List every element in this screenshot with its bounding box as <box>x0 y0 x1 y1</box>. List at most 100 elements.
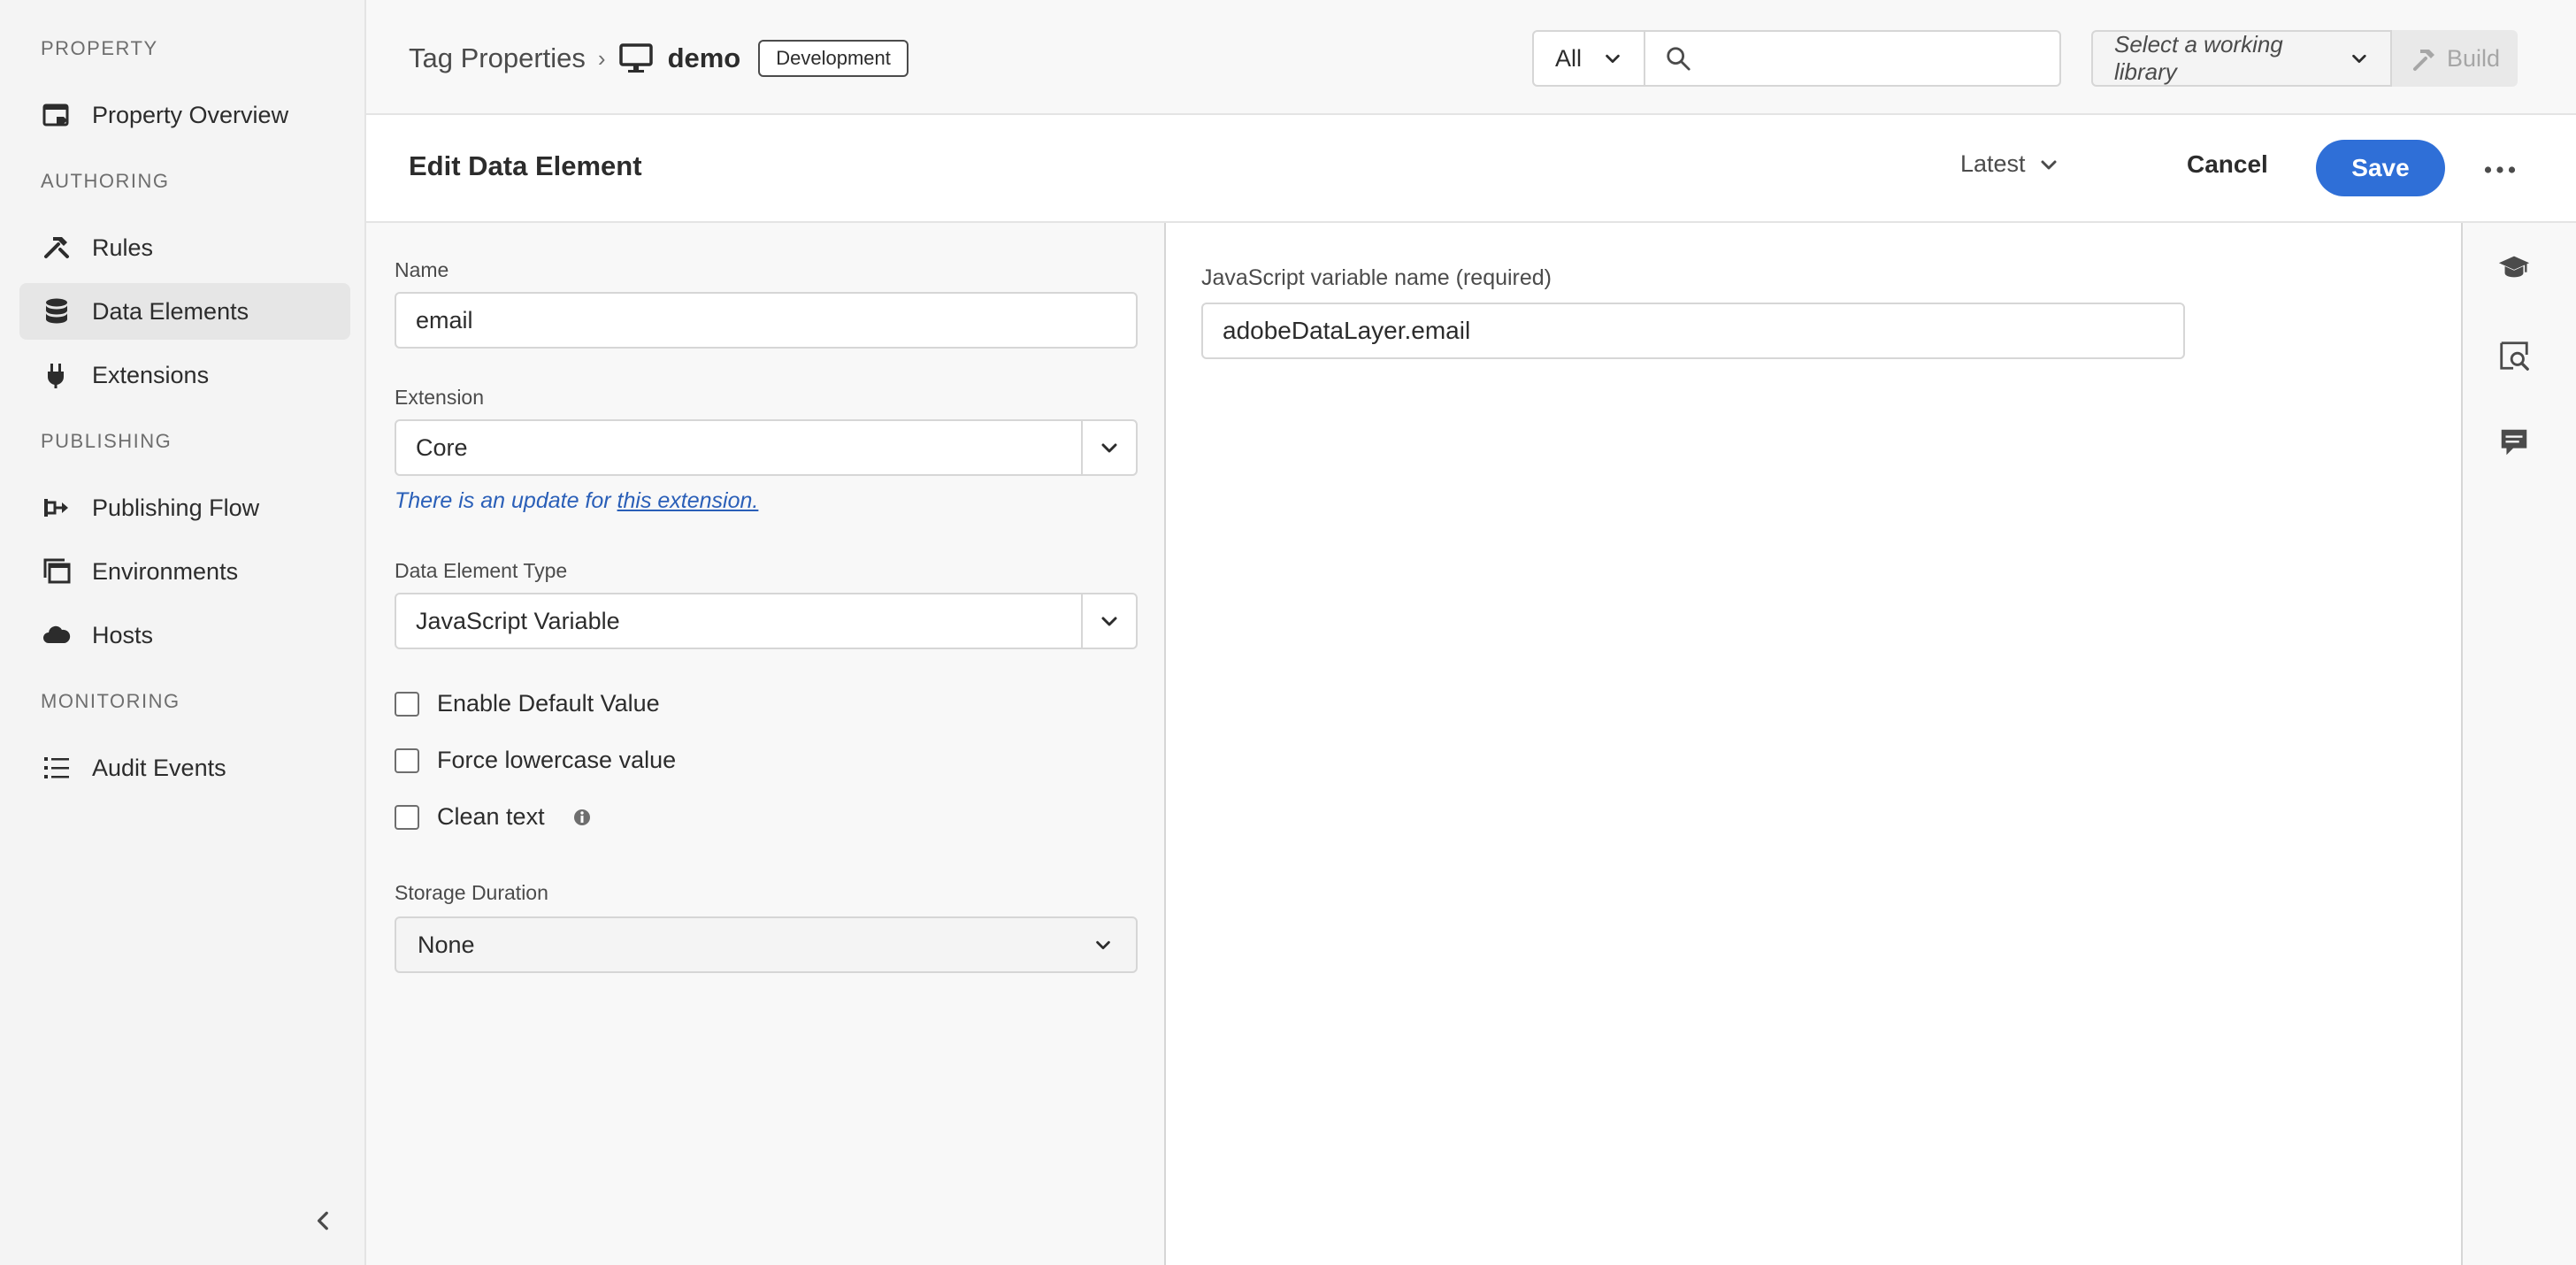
version-select[interactable]: Latest <box>1960 150 2059 178</box>
sidebar-item-property-overview[interactable]: Property Overview <box>19 87 350 143</box>
chevron-down-icon <box>2041 160 2057 169</box>
enable-default-value-checkbox[interactable] <box>395 691 419 717</box>
sidebar-section-monitoring: MONITORING <box>41 690 180 712</box>
extension-settings-panel: JavaScript variable name (required) adob… <box>1166 223 2461 1265</box>
data-element-type-combobox[interactable]: JavaScript Variable <box>395 593 1138 649</box>
extension-dropdown-button[interactable] <box>1081 421 1136 474</box>
sidebar-item-environments[interactable]: Environments <box>19 543 350 600</box>
sidebar-item-label: Extensions <box>92 361 210 388</box>
hammer-icon <box>2412 50 2434 71</box>
sidebar-item-data-elements[interactable]: Data Elements <box>19 283 350 340</box>
update-extension-link[interactable]: this extension. <box>617 488 759 513</box>
chevron-down-icon <box>2352 54 2366 63</box>
sidebar-item-label: Environments <box>92 557 239 585</box>
clean-text-option[interactable]: Clean text <box>395 803 593 831</box>
search-scope-value: All <box>1555 44 1583 72</box>
storage-duration-label: Storage Duration <box>395 881 548 904</box>
build-button[interactable]: Build <box>2392 30 2518 87</box>
more-icon <box>2484 166 2516 173</box>
chevron-left-icon <box>317 1211 328 1230</box>
extension-value: Core <box>416 433 468 461</box>
comment-icon <box>2501 429 2527 456</box>
working-library-select[interactable]: Select a working library <box>2091 30 2392 87</box>
environments-icon <box>39 554 74 589</box>
environment-badge: Development <box>758 40 908 77</box>
search-bar: All <box>1532 30 2061 87</box>
chevron-down-icon <box>1096 940 1110 950</box>
more-actions-button[interactable] <box>2477 147 2523 193</box>
info-icon[interactable] <box>571 807 593 828</box>
cloud-icon <box>39 617 74 653</box>
monitor-icon <box>618 43 653 73</box>
search-scope-select[interactable]: All <box>1534 32 1645 85</box>
publishing-flow-icon <box>39 490 74 525</box>
search-icon <box>1667 47 1690 71</box>
sidebar-item-label: Rules <box>92 234 154 261</box>
breadcrumb-chevron-icon: › <box>597 44 606 72</box>
sidebar-item-publishing-flow[interactable]: Publishing Flow <box>19 479 350 536</box>
cancel-button[interactable]: Cancel <box>2187 150 2268 179</box>
chevron-down-icon <box>1101 443 1117 453</box>
learn-button[interactable] <box>2491 244 2537 290</box>
property-name: demo <box>667 42 741 73</box>
storage-duration-select[interactable]: None <box>395 916 1138 973</box>
sidebar-item-rules[interactable]: Rules <box>19 219 350 276</box>
clean-text-checkbox[interactable] <box>395 804 419 830</box>
sidebar-section-property: PROPERTY <box>41 37 158 59</box>
sidebar-item-extensions[interactable]: Extensions <box>19 347 350 403</box>
sidebar-item-audit-events[interactable]: Audit Events <box>19 740 350 796</box>
sidebar-section-publishing: PUBLISHING <box>41 430 172 452</box>
database-icon <box>39 294 74 329</box>
search-field <box>1645 32 2059 85</box>
enable-default-value-label: Enable Default Value <box>437 690 660 717</box>
build-button-label: Build <box>2446 44 2501 72</box>
sidebar: PROPERTY Property Overview AUTHORING Rul… <box>0 0 366 1265</box>
name-label: Name <box>395 258 449 281</box>
chevron-down-icon <box>1101 617 1117 626</box>
working-library-placeholder: Select a working library <box>2114 31 2283 85</box>
sidebar-section-authoring: AUTHORING <box>41 170 170 192</box>
version-value: Latest <box>1960 150 2026 177</box>
sidebar-item-label: Audit Events <box>92 754 226 781</box>
name-input[interactable]: email <box>395 292 1138 349</box>
sidebar-item-label: Hosts <box>92 621 154 648</box>
extension-combobox[interactable]: Core <box>395 419 1138 476</box>
update-note-text: There is an update for <box>395 488 617 513</box>
search-input[interactable] <box>1706 43 2059 73</box>
list-icon <box>39 750 74 786</box>
force-lowercase-option[interactable]: Force lowercase value <box>395 747 676 774</box>
sidebar-item-hosts[interactable]: Hosts <box>19 607 350 663</box>
enable-default-value-option[interactable]: Enable Default Value <box>395 690 660 717</box>
preview-button[interactable] <box>2491 333 2537 379</box>
app-root: PROPERTY Property Overview AUTHORING Rul… <box>0 0 2576 1265</box>
js-variable-label: JavaScript variable name (required) <box>1201 265 1552 290</box>
extension-label: Extension <box>395 386 485 409</box>
preview-search-icon <box>2500 341 2529 371</box>
chevron-down-icon <box>1606 54 1620 64</box>
plug-icon <box>39 357 74 393</box>
save-button[interactable]: Save <box>2316 140 2445 196</box>
data-element-type-label: Data Element Type <box>395 559 568 582</box>
collapse-sidebar-button[interactable] <box>306 1203 341 1238</box>
rules-icon <box>39 230 74 265</box>
extension-update-note: There is an update for this extension. <box>395 488 758 514</box>
sidebar-item-label: Publishing Flow <box>92 494 260 521</box>
edit-header: Edit Data Element Latest Cancel Save <box>366 115 2576 223</box>
sidebar-item-label: Property Overview <box>92 101 289 128</box>
breadcrumb-root-link[interactable]: Tag Properties <box>409 42 586 74</box>
page-title: Edit Data Element <box>409 150 642 181</box>
data-element-type-dropdown-button[interactable] <box>1081 594 1136 648</box>
comments-button[interactable] <box>2491 419 2537 465</box>
data-element-form: Name email Extension Core There is an up… <box>366 223 1166 1265</box>
data-element-type-value: JavaScript Variable <box>416 607 620 634</box>
force-lowercase-label: Force lowercase value <box>437 747 677 773</box>
js-variable-input[interactable]: adobeDataLayer.email <box>1201 303 2185 359</box>
graduation-cap-icon <box>2498 256 2530 278</box>
sidebar-item-label: Data Elements <box>92 297 249 325</box>
storage-duration-value: None <box>418 931 475 958</box>
property-overview-icon <box>39 97 74 133</box>
force-lowercase-checkbox[interactable] <box>395 748 419 773</box>
right-rail <box>2461 223 2576 1265</box>
top-header: Tag Properties › demo Development All Se… <box>366 0 2576 115</box>
clean-text-label: Clean text <box>437 803 545 830</box>
